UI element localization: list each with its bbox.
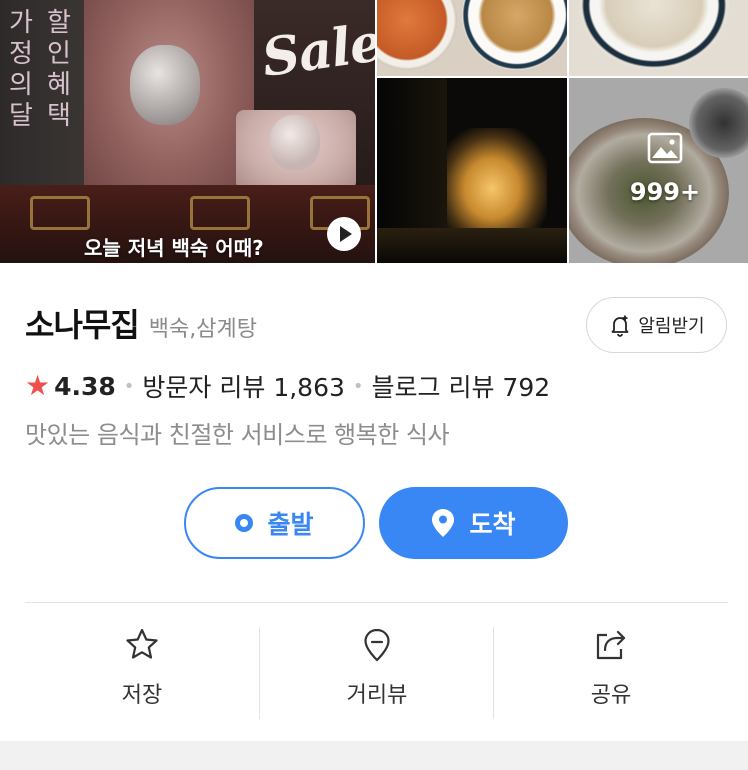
brass-ornament: [190, 196, 250, 230]
separator-dot: •: [123, 375, 135, 397]
star-icon: [126, 628, 158, 659]
banner-caption: 오늘 저녁 백숙 어때?: [84, 236, 264, 260]
place-category: 백숙,삼계탕: [148, 317, 257, 342]
place-name: 소나무집: [25, 306, 140, 344]
dim-overlay: [569, 78, 748, 263]
main-video-thumbnail[interactable]: 가 정 의 달 할 인 혜 택 Sale 오늘 저녁 백숙 어때?: [0, 0, 375, 263]
arrive-label: 도착: [469, 510, 516, 539]
street-view-label: 거리뷰: [346, 683, 408, 708]
separator-dot: •: [352, 375, 364, 397]
share-icon: [596, 630, 626, 660]
banner-char: 정: [9, 39, 33, 69]
food-bowl: [462, 0, 567, 70]
bottom-section-divider: [0, 741, 748, 770]
place-description: 맛있는 음식과 친절한 서비스로 행복한 식사: [25, 421, 450, 449]
location-pin-icon: [432, 509, 455, 537]
depart-button[interactable]: 출발: [184, 487, 365, 559]
rating-value: 4.38: [54, 371, 116, 401]
bell-plus-icon: [611, 315, 629, 337]
gift-knot-small: [270, 115, 320, 170]
banner-char: 할: [47, 8, 71, 38]
rating-star-icon: ★: [25, 369, 51, 402]
image-icon: [647, 132, 683, 164]
place-header: 소나무집 백숙,삼계탕: [25, 300, 257, 346]
more-photos-count: 999+: [629, 178, 701, 206]
photo-gallery: 가 정 의 달 할 인 혜 택 Sale 오늘 저녁 백숙 어때? 999+: [0, 0, 748, 263]
play-icon[interactable]: [327, 217, 361, 251]
photo-thumbnail[interactable]: [569, 0, 748, 76]
street-view-button[interactable]: 거리뷰: [260, 627, 494, 719]
gift-knot: [130, 45, 200, 125]
share-button[interactable]: 공유: [494, 627, 728, 719]
ground: [377, 228, 567, 263]
more-photos-thumbnail[interactable]: [569, 78, 748, 263]
photo-thumbnail[interactable]: [377, 78, 567, 263]
banner-sale-text: Sale: [258, 11, 375, 90]
blog-reviews-link[interactable]: 블로그 리뷰 792: [372, 368, 551, 404]
alarm-button[interactable]: 알림받기: [586, 297, 727, 353]
banner-vertical-text-1: 가 정 의 달: [6, 8, 36, 132]
arrive-button[interactable]: 도착: [379, 487, 568, 559]
share-label: 공유: [590, 683, 632, 708]
banner-char: 인: [47, 39, 71, 69]
banner-char: 가: [9, 8, 33, 38]
location-pin-icon: [364, 628, 390, 662]
save-button[interactable]: 저장: [25, 627, 259, 719]
divider: [25, 602, 728, 603]
food-bowl: [579, 0, 729, 70]
banner-char: 택: [47, 101, 71, 131]
banner-vertical-text-2: 할 인 혜 택: [44, 8, 74, 132]
save-label: 저장: [121, 683, 163, 708]
review-stats: ★ 4.38 • 방문자 리뷰 1,863 • 블로그 리뷰 792: [25, 368, 550, 404]
food-bowl: [377, 0, 457, 70]
photo-thumbnail[interactable]: [377, 0, 567, 76]
alarm-label: 알림받기: [638, 316, 705, 337]
origin-dot-icon: [235, 514, 254, 532]
banner-char: 혜: [47, 70, 71, 100]
building-light: [437, 128, 547, 238]
banner-char: 달: [9, 101, 33, 131]
brass-ornament: [30, 196, 90, 230]
banner-char: 의: [9, 70, 33, 100]
depart-label: 출발: [267, 510, 314, 539]
visitor-reviews-link[interactable]: 방문자 리뷰 1,863: [142, 368, 344, 404]
